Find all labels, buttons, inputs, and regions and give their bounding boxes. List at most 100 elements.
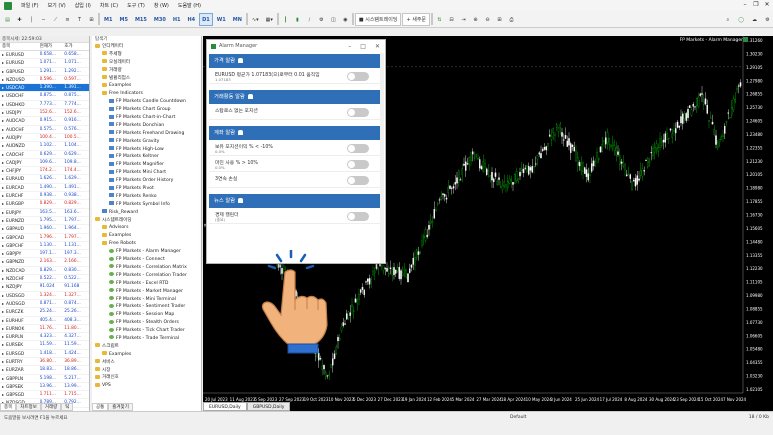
tab-common[interactable]: 공통 — [92, 403, 109, 411]
new-chart-icon[interactable]: ▤ — [2, 13, 13, 26]
market-watch-row[interactable]: ▸ EURJPY 163.5... 163.6... — [0, 209, 89, 217]
navigator-item[interactable]: FP Markets - Excel RTD — [92, 280, 201, 288]
col-bid[interactable]: 현재가 — [40, 43, 65, 50]
new-order-button[interactable]: + 새주문 — [402, 12, 431, 26]
navigator-item[interactable]: 거래량 — [92, 67, 201, 75]
menu-view[interactable]: 보기 (V) — [48, 2, 66, 9]
navigator-item[interactable]: FP Markets - Alarm Manager — [92, 248, 201, 256]
navigator-item[interactable]: FP Markets - Market Manager — [92, 288, 201, 296]
market-watch-row[interactable]: ▸ NZDJPY 91.024 91.168 — [0, 283, 89, 292]
tile-windows-icon[interactable]: ⊞ — [494, 13, 505, 26]
trendline-icon[interactable]: ⟋ — [50, 13, 61, 26]
market-watch-row[interactable]: ▸ EURSGD 1.418... 1.424... — [0, 350, 89, 358]
navigator-item[interactable]: 시스템트레이딩 — [92, 217, 201, 225]
navigator-item[interactable]: FP Markets - Trade Terminal — [92, 335, 201, 343]
market-watch-row[interactable]: ▸ GBPSGD 1.711... 1.715... — [0, 391, 89, 400]
market-watch-row[interactable]: ▸ EURCAD 1.490... 1.491... — [0, 184, 89, 193]
timeframe-m30[interactable]: M30 — [151, 13, 169, 26]
navigator-item[interactable]: FP Markets High-Low — [92, 146, 201, 154]
alarm-section-header[interactable]: 가격 알람 — [209, 54, 383, 68]
navigator-item[interactable]: FP Markets - Stealth Orders — [92, 319, 201, 327]
navigator-item[interactable]: Advisors — [92, 224, 201, 232]
navigator-item[interactable]: FP Markets - Sentiment Trader — [92, 303, 201, 311]
alarm-toggle[interactable] — [347, 72, 369, 81]
navigator-item[interactable]: FP Markets - Tick Chart Trader — [92, 327, 201, 335]
navigator-item[interactable]: FP Markets - Session Map — [92, 311, 201, 319]
alarm-toggle[interactable] — [347, 176, 369, 185]
market-watch-row[interactable]: ▸ CHFJPY 174.2... 174.4... — [0, 167, 89, 176]
market-watch-row[interactable]: ▸ EURNOK 11.76... 11.80... — [0, 325, 89, 334]
chart-tab-eurusd[interactable]: EURUSD,Daily — [203, 402, 247, 411]
market-watch-row[interactable]: ▸ USDCAD 1.390... 1.391... — [0, 84, 89, 93]
navigator-item[interactable]: 빌윌리엄스 — [92, 75, 201, 83]
navigator-item[interactable]: 오실레이터 — [92, 59, 201, 67]
tab-details[interactable]: 차트정보 — [16, 403, 41, 411]
market-watch-row[interactable]: ▸ EURPLN 4.323... 4.327... — [0, 333, 89, 342]
market-watch-row[interactable]: ▸ NZDCHF 0.522... 0.522... — [0, 275, 89, 284]
account-icon[interactable]: ◯ — [735, 13, 747, 26]
screenshot-icon[interactable]: ⎙ — [506, 13, 517, 26]
zoom-out-icon[interactable]: ⊖ — [482, 13, 493, 26]
market-watch-row[interactable]: ▸ EURCHF 0.938... 0.938... — [0, 192, 89, 201]
navigator-item[interactable]: FP Markets - Mini Terminal — [92, 296, 201, 304]
navigator-item[interactable]: FP Markets Order History — [92, 177, 201, 185]
col-ask[interactable]: 호가 — [64, 43, 89, 50]
candle-chart-icon[interactable]: ▮ — [292, 13, 303, 26]
shapes-icon[interactable]: ⊞ — [86, 13, 97, 26]
market-watch-row[interactable]: ▸ GBPSEK 13.96... 13.99... — [0, 383, 89, 392]
timeframe-w1[interactable]: W1 — [214, 13, 229, 26]
chart-tab-gbpusd[interactable]: GBPUSD,Daily — [246, 402, 291, 411]
timeframe-h1[interactable]: H1 — [170, 13, 184, 26]
market-watch-row[interactable]: ▸ EURNZD 1.795... 1.797... — [0, 217, 89, 226]
horizontal-line-icon[interactable]: ─ — [38, 13, 49, 26]
market-watch-row[interactable]: ▸ NZDCAD 0.829... 0.830... — [0, 267, 89, 276]
navigator-item[interactable]: FP Markets Candle Countdown — [92, 98, 201, 106]
navigator-item[interactable]: 시장 — [92, 367, 201, 375]
tab-ticks[interactable]: 틱 — [61, 403, 74, 411]
alarm-close-icon[interactable]: ✕ — [375, 43, 380, 50]
navigator-item[interactable]: FP Markets Keltner — [92, 153, 201, 161]
market-icon[interactable]: ◫ — [328, 13, 339, 26]
menu-file[interactable]: 파일 (F) — [21, 2, 39, 9]
tab-trading[interactable]: 거래량 — [40, 403, 62, 411]
crosshair-icon[interactable]: ✚ — [14, 13, 25, 26]
market-watch-row[interactable]: ▸ GBPNZD 2.163... 2.166... — [0, 258, 89, 267]
market-watch-row[interactable]: ▸ EURTRY 36.80... 36.89... — [0, 358, 89, 367]
market-watch-row[interactable]: ▸ NZDUSD 0.596... 0.597... — [0, 76, 89, 85]
market-watch-row[interactable]: ▸ GBPPLN 5.198... 5.217... — [0, 375, 89, 383]
navigator-item[interactable]: FP Markets Gravity — [92, 138, 201, 146]
navigator-item[interactable]: Risk_Reward — [92, 209, 201, 217]
navigator-item[interactable]: FP Markets Mini Chart — [92, 169, 201, 177]
alarm-toggle[interactable] — [347, 108, 369, 117]
navigator-item[interactable]: 인디케이터 — [92, 43, 201, 51]
alarm-toggle[interactable] — [347, 144, 369, 153]
navigator-item[interactable]: FP Markets Renko — [92, 193, 201, 201]
market-watch-row[interactable]: ▸ AUDNZD 1.102... 1.104... — [0, 142, 89, 151]
navigator-item[interactable]: Free Robots — [92, 240, 201, 248]
market-watch-row[interactable]: ▸ USDJPY 152.6... 152.6... — [0, 109, 89, 118]
market-watch-row[interactable]: ▸ GBPCAD 1.796... 1.797... — [0, 234, 89, 242]
alarm-minimize-icon[interactable]: – — [348, 43, 351, 50]
signals-icon[interactable]: ◉ — [340, 13, 351, 26]
community-icon[interactable]: ☁ — [749, 13, 760, 26]
navigator-item[interactable]: FP Markets Freehand Drawing — [92, 130, 201, 138]
navigator-item[interactable]: FP Markets Chart-in-Chart — [92, 114, 201, 122]
zoom-in-icon[interactable]: ⊕ — [470, 13, 481, 26]
navigator-item[interactable]: FP Markets - Correlation Trader — [92, 272, 201, 280]
minimize-icon[interactable]: – — [741, 1, 749, 9]
timeframe-mn[interactable]: MN — [230, 13, 245, 26]
market-watch-row[interactable]: ▸ EURCZK 25.24... 25.26... — [0, 308, 89, 317]
menu-insert[interactable]: 삽입 (I) — [75, 2, 91, 9]
bar-chart-icon[interactable]: ┃ — [280, 13, 291, 26]
tab-favorites[interactable]: 즐겨찾기 — [108, 403, 133, 411]
timeframe-m1[interactable]: M1 — [101, 13, 115, 26]
menu-window[interactable]: 창 (W) — [154, 2, 169, 9]
text-icon[interactable]: T — [74, 13, 85, 26]
market-watch-row[interactable]: ▸ AUDCAD 0.915... 0.916... — [0, 117, 89, 126]
menu-help[interactable]: 도움말 (H) — [178, 2, 201, 9]
market-watch-row[interactable]: ▸ EURHUF 405.4... 408.3... — [0, 317, 89, 325]
market-watch-row[interactable]: ▸ EURZAR 18.83... 18.86... — [0, 366, 89, 375]
market-watch-row[interactable]: ▸ EURUSD 1.071... 1.071... — [0, 59, 89, 68]
vertical-line-icon[interactable]: │ — [26, 13, 37, 26]
timeframe-h4[interactable]: H4 — [184, 13, 198, 26]
